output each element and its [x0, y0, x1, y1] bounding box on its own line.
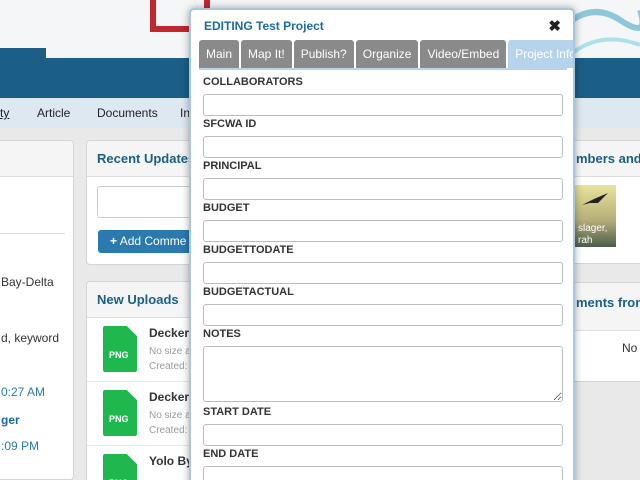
comments-panel: ments from No c: [565, 282, 640, 382]
upload-name: Yolo By: [149, 454, 193, 468]
upload-size: No size a: [149, 346, 191, 357]
photo-caption: rah: [578, 235, 593, 246]
panel-title: ments from: [566, 283, 640, 331]
left-panel-text: d, keyword: [1, 331, 60, 345]
tab-project-info[interactable]: Project Info: [508, 40, 573, 68]
add-comment-button[interactable]: + Add Comme: [98, 230, 195, 253]
list-item[interactable]: PNG Decker No size a Created:: [87, 382, 195, 446]
png-file-icon: PNG: [103, 326, 137, 372]
list-item[interactable]: PNG Decker No size a Created:: [87, 318, 195, 382]
upload-name: Decker: [149, 326, 190, 340]
notes-field[interactable]: [203, 346, 563, 402]
tab-organize[interactable]: Organize: [355, 40, 419, 68]
plus-icon: +: [110, 234, 118, 248]
edit-project-dialog: EDITING Test Project ✖ Main Map It! Publ…: [189, 8, 575, 480]
budgetactual-label: BUDGETACTUAL: [203, 286, 294, 298]
recent-updates-panel: Recent Updates + Add Comme: [86, 140, 196, 265]
upload-created: Created:: [149, 425, 188, 436]
bird-icon: [582, 193, 608, 205]
tab-map-it[interactable]: Map It!: [241, 40, 292, 68]
tab-divider: [199, 68, 567, 70]
tab-video-embed[interactable]: Video/Embed: [420, 40, 507, 68]
left-panel-time: :09 PM: [1, 439, 40, 453]
end-date-label: END DATE: [203, 448, 259, 460]
budgettodate-label: BUDGETTODATE: [203, 244, 294, 256]
budgetactual-field[interactable]: [203, 304, 563, 326]
png-file-icon: PNG: [103, 390, 137, 436]
principal-field[interactable]: [203, 178, 563, 200]
upload-created: Created:: [149, 361, 188, 372]
project-info-form: COLLABORATORS SFCWA ID PRINCIPAL BUDGET …: [203, 74, 563, 480]
close-icon[interactable]: ✖: [548, 17, 561, 35]
principal-label: PRINCIPAL: [203, 160, 262, 172]
nav-item[interactable]: ty: [0, 106, 9, 120]
collaborators-label: COLLABORATORS: [203, 76, 303, 88]
upload-name: Decker: [149, 390, 190, 404]
sfcwa-id-label: SFCWA ID: [203, 118, 257, 130]
list-item[interactable]: PNG Yolo By: [87, 446, 195, 480]
dialog-title: EDITING Test Project: [204, 19, 324, 33]
upload-size: No size a: [149, 410, 191, 421]
dialog-tabs: Main Map It! Publish? Organize Video/Emb…: [199, 40, 573, 68]
budget-field[interactable]: [203, 220, 563, 242]
left-panel-time: 0:27 AM: [1, 385, 46, 399]
panel-title: New Uploads: [87, 282, 195, 318]
photo-caption: slager,: [578, 223, 608, 234]
tab-main[interactable]: Main: [199, 40, 240, 68]
comment-input[interactable]: [97, 186, 195, 218]
header-decoration: [0, 48, 46, 58]
panel-title: Recent Updates: [87, 141, 195, 177]
nav-item-article[interactable]: Article: [37, 106, 70, 120]
left-panel: Bay-Delta d, keyword 0:27 AM ger :09 PM: [0, 140, 74, 480]
new-uploads-panel: New Uploads PNG Decker No size a Created…: [86, 281, 196, 480]
nav-item-documents[interactable]: Documents: [97, 106, 158, 120]
comments-empty-text: No c: [622, 341, 640, 355]
panel-title: mbers and Fo: [566, 141, 640, 177]
budgettodate-field[interactable]: [203, 262, 563, 284]
sfcwa-id-field[interactable]: [203, 136, 563, 158]
tab-publish[interactable]: Publish?: [293, 40, 354, 68]
members-panel: mbers and Fo slager, rah: [565, 140, 640, 264]
add-comment-label: Add Comme: [119, 234, 187, 248]
collaborators-field[interactable]: [203, 94, 563, 116]
member-photo[interactable]: slager, rah: [574, 185, 616, 247]
end-date-field[interactable]: [203, 466, 563, 480]
budget-label: BUDGET: [203, 202, 250, 214]
png-file-icon: PNG: [103, 454, 137, 480]
left-panel-text: Bay-Delta: [1, 275, 54, 289]
start-date-field[interactable]: [203, 424, 563, 446]
start-date-label: START DATE: [203, 406, 272, 418]
notes-label: NOTES: [203, 328, 241, 340]
left-panel-user-link[interactable]: ger: [1, 413, 20, 427]
